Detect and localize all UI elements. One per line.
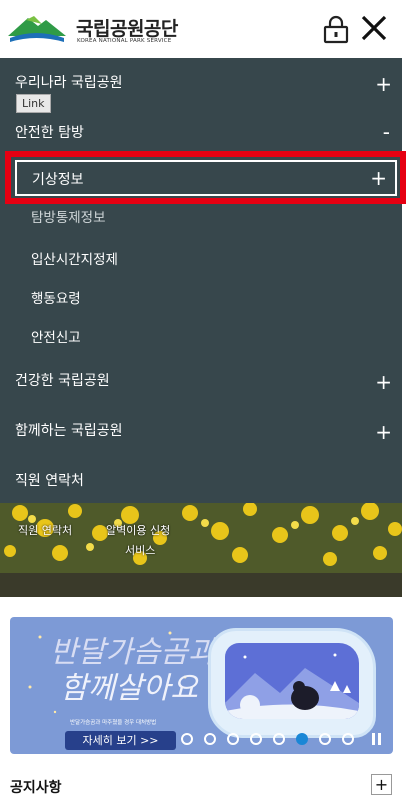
menu-item-together-parks[interactable]: 함께하는 국립공원 + [0, 420, 402, 444]
slide-dot[interactable] [319, 733, 331, 745]
service-link[interactable]: 서비스 [125, 542, 155, 558]
slide-dot[interactable] [181, 733, 193, 745]
menu-item-staff-contact[interactable]: 직원 연락처 [0, 470, 402, 494]
menu-item-korea-parks[interactable]: 우리나라 국립공원 + [0, 72, 402, 96]
slide-dot[interactable] [273, 733, 285, 745]
sub-item-behavior-guide[interactable]: 행동요령 [31, 287, 81, 307]
notice-title: 공지사항 [10, 780, 62, 796]
promo-detail-button[interactable]: 자세히 보기 >> [65, 731, 176, 750]
menu-item-label: 건강한 국립공원 [15, 373, 110, 389]
bear-illustration [225, 653, 359, 719]
expand-icon[interactable]: + [370, 168, 387, 188]
sub-item-hidden[interactable]: 탐방통제정보 [31, 206, 106, 226]
slide-dot[interactable] [250, 733, 262, 745]
logo-mountain-icon [8, 16, 66, 42]
promo-title-line2: 함께살아요 [60, 671, 198, 706]
logo-english-text: KOREA NATIONAL PARK SERVICE [77, 38, 172, 44]
logo-korean-text: 국립공원공단 [76, 18, 178, 40]
link-badge[interactable]: Link [16, 94, 51, 113]
sub-item-entry-time[interactable]: 입산시간지정제 [31, 248, 118, 268]
expand-icon[interactable]: + [375, 372, 392, 392]
background-photo: 직원 연락처 알벽이용 신청 서비스 [0, 503, 402, 597]
close-icon [361, 15, 387, 41]
site-logo[interactable]: 국립공원공단 KOREA NATIONAL PARK SERVICE [6, 10, 206, 50]
facility-request-link[interactable]: 알벽이용 신청 [106, 522, 170, 538]
lock-button[interactable] [322, 14, 350, 44]
collapse-icon[interactable]: - [383, 122, 390, 142]
menu-item-label: 우리나라 국립공원 [15, 75, 123, 91]
expand-icon[interactable]: + [375, 422, 392, 442]
notice-more-button[interactable]: + [371, 774, 392, 795]
menu-item-safe-visit[interactable]: 안전한 탐방 - [0, 122, 402, 146]
slide-dot[interactable] [204, 733, 216, 745]
promo-banner[interactable]: 반달가슴곰과 함께살아요 반달가슴곰과 마주쳤을 경우 대처방법 자세히 보기 … [10, 617, 393, 754]
lock-icon [323, 15, 349, 44]
expand-icon[interactable]: + [375, 74, 392, 94]
menu-item-weather[interactable]: 기상정보 + [15, 160, 397, 196]
menu-item-healthy-parks[interactable]: 건강한 국립공원 + [0, 370, 402, 394]
pause-icon[interactable] [372, 733, 382, 745]
promo-subtitle: 반달가슴곰과 마주쳤을 경우 대처방법 [70, 720, 157, 726]
slide-dot[interactable] [342, 733, 354, 745]
promo-illustration [208, 628, 376, 738]
close-menu-button[interactable] [358, 12, 390, 44]
menu-item-label: 함께하는 국립공원 [15, 423, 123, 439]
slide-dot-active[interactable] [296, 733, 308, 745]
menu-item-label: 기상정보 [32, 172, 84, 188]
menu-item-label: 직원 연락처 [15, 473, 84, 489]
side-menu: 우리나라 국립공원 + Link 안전한 탐방 - 탐방통제정보 입산시간지정제… [0, 58, 402, 503]
header: 국립공원공단 KOREA NATIONAL PARK SERVICE [0, 0, 418, 58]
staff-contact-link[interactable]: 직원 연락처 [18, 522, 72, 538]
slide-dot[interactable] [227, 733, 239, 745]
sub-item-safety-report[interactable]: 안전신고 [31, 326, 81, 346]
flower-field-image [0, 503, 402, 597]
highlight-frame: 기상정보 + [5, 151, 406, 204]
menu-item-label: 안전한 탐방 [15, 125, 84, 141]
